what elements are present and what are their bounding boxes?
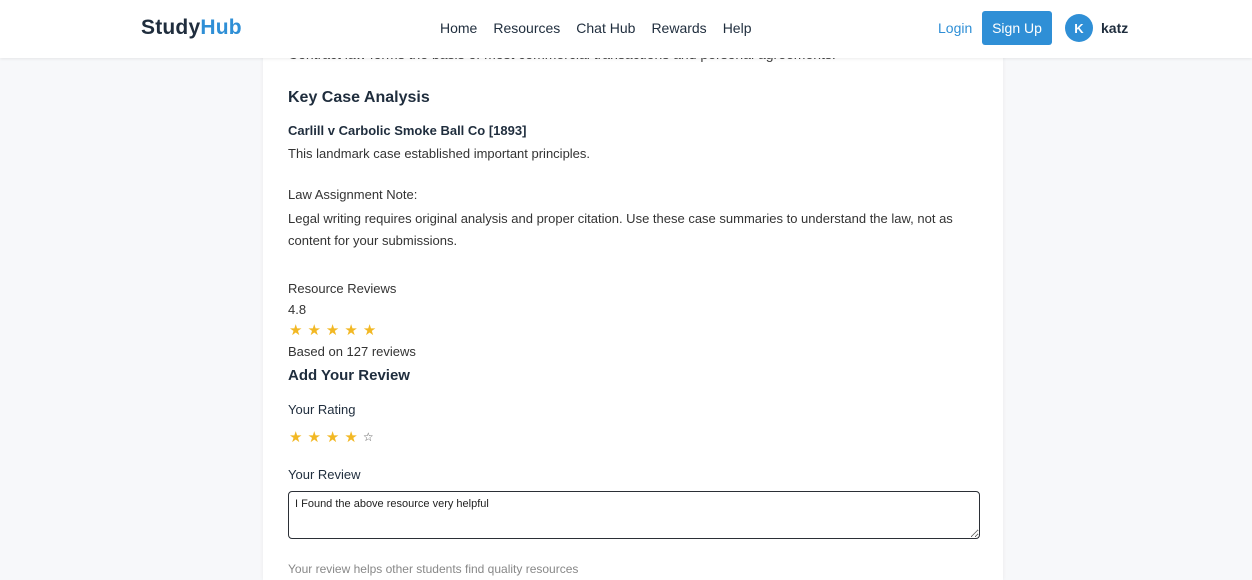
nav-help[interactable]: Help bbox=[723, 20, 752, 36]
star-4-icon[interactable]: ★ bbox=[344, 428, 357, 446]
nav-chat-hub[interactable]: Chat Hub bbox=[576, 20, 635, 36]
nav-resources[interactable]: Resources bbox=[493, 20, 560, 36]
add-review-heading: Add Your Review bbox=[288, 367, 410, 384]
login-link[interactable]: Login bbox=[938, 20, 972, 36]
note-line-1: Legal writing requires original analysis… bbox=[288, 211, 953, 226]
star-icon: ★ bbox=[362, 322, 377, 339]
top-navbar: StudyHub Home Resources Chat Hub Rewards… bbox=[0, 0, 1252, 58]
username[interactable]: katz bbox=[1101, 20, 1128, 36]
brand-logo[interactable]: StudyHub bbox=[141, 16, 242, 40]
star-icon: ★ bbox=[289, 322, 303, 339]
average-stars: ★ ★ ★ ★ ★ bbox=[289, 321, 376, 339]
brand-part-hub: Hub bbox=[200, 16, 242, 39]
nav-home[interactable]: Home bbox=[440, 20, 477, 36]
your-rating-stars: ★ ★ ★ ★ ☆ bbox=[289, 428, 374, 446]
brand-part-study: Study bbox=[141, 16, 201, 39]
star-5-empty-icon[interactable]: ☆ bbox=[363, 430, 374, 446]
based-on-count: Based on 127 reviews bbox=[288, 344, 416, 359]
nav-rewards[interactable]: Rewards bbox=[651, 20, 706, 36]
avatar[interactable]: K bbox=[1065, 14, 1093, 42]
key-case-heading: Key Case Analysis bbox=[288, 89, 430, 106]
average-rating: 4.8 bbox=[288, 302, 307, 317]
star-3-icon[interactable]: ★ bbox=[326, 428, 339, 446]
star-2-icon[interactable]: ★ bbox=[307, 428, 320, 446]
note-line-2: content for your submissions. bbox=[288, 233, 458, 248]
review-textarea[interactable]: I Found the above resource very helpful bbox=[288, 491, 980, 539]
star-icon: ★ bbox=[325, 322, 340, 339]
your-review-label: Your Review bbox=[288, 467, 361, 482]
case-description: This landmark case established important… bbox=[288, 146, 591, 161]
nav-links: Home Resources Chat Hub Rewards Help bbox=[440, 20, 751, 36]
note-label: Law Assignment Note: bbox=[288, 187, 418, 202]
signup-button[interactable]: Sign Up bbox=[982, 11, 1052, 45]
case-title: Carlill v Carbolic Smoke Ball Co [1893] bbox=[288, 123, 527, 138]
star-icon: ★ bbox=[307, 322, 321, 339]
reviews-label: Resource Reviews bbox=[288, 281, 397, 296]
star-icon: ★ bbox=[344, 322, 358, 339]
star-1-icon[interactable]: ★ bbox=[289, 428, 302, 446]
your-rating-label: Your Rating bbox=[288, 402, 356, 417]
review-help-text: Your review helps other students find qu… bbox=[288, 562, 579, 576]
